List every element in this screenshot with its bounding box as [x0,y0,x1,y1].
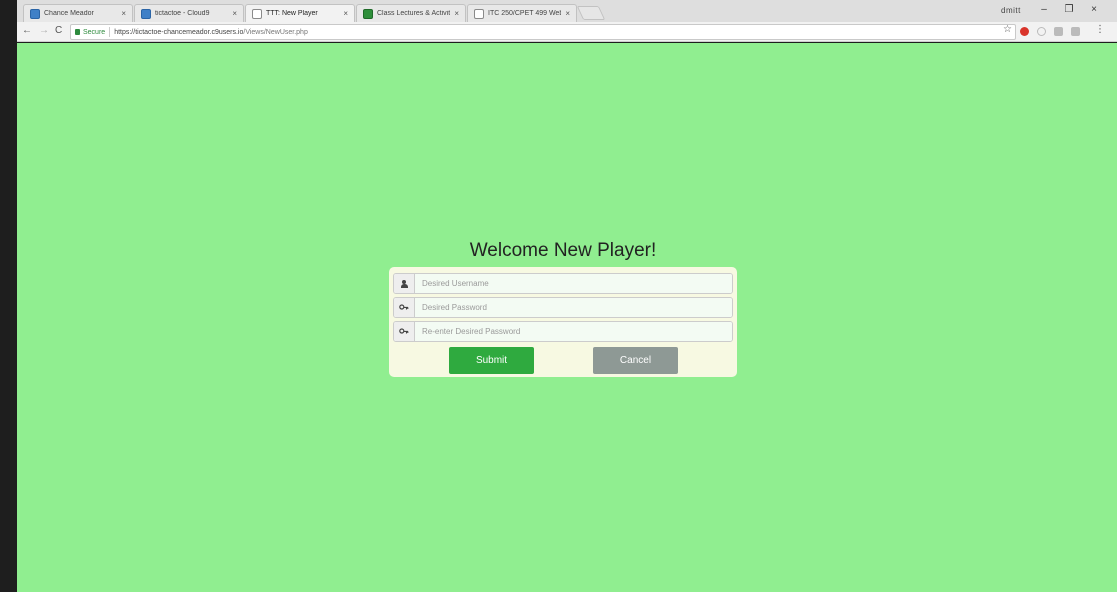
submit-button[interactable]: Submit [449,347,534,374]
document-favicon-icon [474,8,484,19]
window-user-label[interactable]: dmitt [1001,6,1021,15]
secure-label: Secure [83,28,106,36]
url-origin: https://tictactoe-chancemeador.c9users.i… [114,28,244,36]
tab-chance-meador[interactable]: Chance Meador × [23,4,133,22]
tab-close-icon[interactable]: × [232,9,237,18]
new-user-form: Submit Cancel [389,267,737,377]
confirm-password-field [393,321,733,342]
forward-arrow-icon[interactable]: → [39,25,49,36]
tab-close-icon[interactable]: × [343,9,348,18]
tab-title: tictactoe - Cloud9 [155,10,210,17]
sheet-favicon-icon [363,8,373,19]
lock-icon [75,29,80,35]
page-viewport: Welcome New Player! Desired Username Sub… [17,43,1117,592]
tab-strip: Chance Meador × tictactoe - Cloud9 × TTT… [17,0,1117,22]
shield-icon[interactable] [1037,27,1046,36]
tab-title: Chance Meador [44,10,94,17]
extension-icon[interactable] [1054,27,1063,36]
tab-title: ITC 250/CPET 499 Web ... [488,10,561,17]
menu-kebab-icon[interactable]: ⋮ [1095,24,1105,35]
cloud9-favicon-icon [30,8,40,19]
username-field [393,273,733,294]
tab-close-icon[interactable]: × [121,9,126,18]
tab-class-lectures[interactable]: Class Lectures & Activiti... × [356,4,466,22]
tab-ttt-new-player[interactable]: TTT: New Player × [245,4,355,22]
confirm-password-input[interactable] [415,322,732,341]
key-icon [394,298,415,317]
tab-title: TTT: New Player [266,10,318,17]
password-field [393,297,733,318]
back-arrow-icon[interactable]: ← [22,25,32,36]
tab-close-icon[interactable]: × [454,9,459,18]
username-input[interactable] [415,274,732,293]
minimize-icon[interactable]: – [1037,4,1051,15]
browser-toolbar: ← → C Secure https://tictactoe-chancemea… [17,22,1117,42]
tab-tictactoe-cloud9[interactable]: tictactoe - Cloud9 × [134,4,244,22]
reload-icon[interactable]: C [55,25,62,36]
tab-itc-250[interactable]: ITC 250/CPET 499 Web ... × [467,4,577,22]
document-favicon-icon [252,8,262,19]
tab-close-icon[interactable]: × [565,9,570,18]
key-icon [394,322,415,341]
user-icon [394,274,415,293]
adblock-icon[interactable] [1020,27,1029,36]
url-path: /Views/NewUser.php [243,28,308,36]
page-title: Welcome New Player! [469,240,657,261]
bookmark-star-icon[interactable]: ☆ [1003,24,1012,35]
address-bar[interactable]: Secure https://tictactoe-chancemeador.c9… [70,24,1016,40]
tab-title: Class Lectures & Activiti... [377,10,451,17]
cloud9-favicon-icon [141,8,151,19]
cancel-button[interactable]: Cancel [593,347,678,374]
divider [109,27,111,37]
close-window-icon[interactable]: × [1087,4,1101,15]
password-input[interactable] [415,298,732,317]
extension-icon[interactable] [1071,27,1080,36]
restore-icon[interactable]: ❐ [1062,4,1076,15]
new-tab-button[interactable] [576,6,606,20]
